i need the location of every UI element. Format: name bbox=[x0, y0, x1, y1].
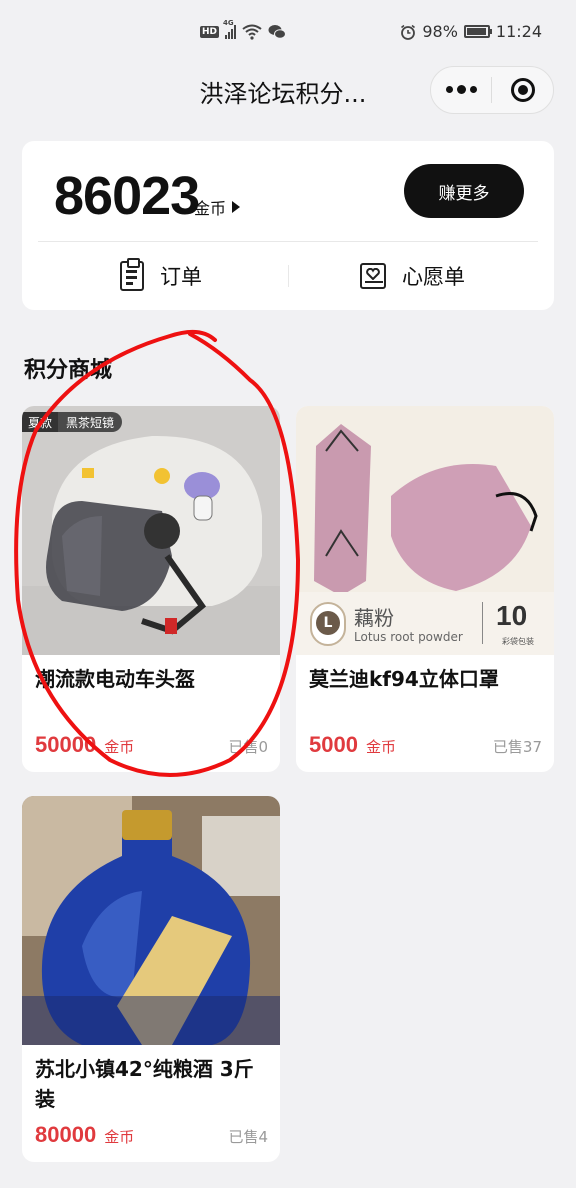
product-image bbox=[22, 796, 280, 1045]
image-caption-sub: Lotus root powder bbox=[354, 630, 463, 644]
points-card: 86023 金币 赚更多 订单 心愿单 bbox=[22, 141, 554, 310]
product-image: 夏款 黑茶短镜 bbox=[22, 406, 280, 655]
product-badges: 夏款 黑茶短镜 bbox=[22, 412, 123, 432]
product-price: 50000 bbox=[35, 732, 97, 757]
signal-icon: 4G bbox=[223, 19, 237, 39]
price-unit: 金币 bbox=[365, 738, 396, 756]
close-miniprogram-button[interactable] bbox=[492, 78, 553, 102]
wechat-icon bbox=[268, 25, 287, 39]
price-unit: 金币 bbox=[104, 738, 135, 756]
clipboard-icon bbox=[120, 258, 144, 291]
status-right: 98% 11:24 bbox=[400, 22, 542, 41]
badge-primary: 夏款 bbox=[22, 412, 59, 432]
hd-icon: HD bbox=[200, 26, 220, 38]
points-balance: 86023 bbox=[54, 166, 200, 226]
product-card[interactable]: 苏北小镇42°纯粮酒 3斤装 80000 金币 已售4 bbox=[22, 796, 280, 1162]
alarm-icon bbox=[401, 24, 416, 40]
product-name: 莫兰迪kf94立体口罩 bbox=[309, 667, 499, 691]
orders-link[interactable]: 订单 bbox=[120, 253, 202, 299]
divider bbox=[38, 241, 538, 242]
more-menu-icon[interactable] bbox=[431, 85, 491, 94]
sold-count: 已售0 bbox=[228, 738, 268, 756]
sold-count: 已售4 bbox=[228, 1128, 268, 1146]
price-row: 50000 金币 已售0 bbox=[35, 732, 268, 758]
wishlist-link[interactable]: 心愿单 bbox=[360, 253, 465, 299]
battery-percent: 98% bbox=[422, 22, 458, 41]
clock: 11:24 bbox=[495, 22, 542, 41]
price-row: 5000 金币 已售37 bbox=[309, 732, 542, 758]
miniprogram-capsule bbox=[430, 66, 554, 114]
product-image: L 藕粉 Lotus root powder 10 彩袋包装 bbox=[296, 406, 554, 655]
product-card[interactable]: L 藕粉 Lotus root powder 10 彩袋包装 莫兰迪kf94立体… bbox=[296, 406, 554, 772]
target-icon bbox=[510, 78, 535, 102]
wifi-icon bbox=[242, 24, 262, 40]
sold-count: 已售37 bbox=[492, 738, 542, 756]
points-unit-label: 金币 bbox=[194, 199, 227, 218]
caret-right-icon bbox=[232, 201, 241, 213]
status-bar: HD 4G 98% 11:24 bbox=[0, 0, 576, 66]
heart-icon bbox=[360, 263, 386, 289]
points-detail-link[interactable]: 金币 bbox=[194, 195, 241, 219]
status-left-icons: HD 4G bbox=[200, 19, 287, 40]
product-name: 苏北小镇42°纯粮酒 3斤装 bbox=[35, 1057, 254, 1111]
section-title: 积分商城 bbox=[24, 358, 113, 383]
earn-more-button[interactable]: 赚更多 bbox=[404, 164, 524, 218]
price-row: 80000 金币 已售4 bbox=[35, 1122, 268, 1148]
brand-logo: L bbox=[310, 602, 346, 646]
product-price: 5000 bbox=[309, 732, 358, 757]
image-caption: 藕粉 bbox=[354, 606, 394, 630]
image-pack-label: 彩袋包装 bbox=[502, 637, 534, 646]
product-name: 潮流款电动车头盔 bbox=[35, 667, 195, 691]
battery-icon bbox=[463, 25, 492, 38]
product-card[interactable]: 夏款 黑茶短镜 潮流款电动车头盔 50000 金币 已售0 bbox=[22, 406, 280, 772]
price-unit: 金币 bbox=[104, 1128, 135, 1146]
divider bbox=[288, 265, 289, 287]
product-price: 80000 bbox=[35, 1122, 97, 1147]
orders-label: 订单 bbox=[160, 265, 202, 289]
image-count: 10 bbox=[496, 600, 528, 631]
badge-secondary: 黑茶短镜 bbox=[58, 412, 123, 432]
wishlist-label: 心愿单 bbox=[402, 265, 465, 289]
divider bbox=[482, 602, 483, 644]
